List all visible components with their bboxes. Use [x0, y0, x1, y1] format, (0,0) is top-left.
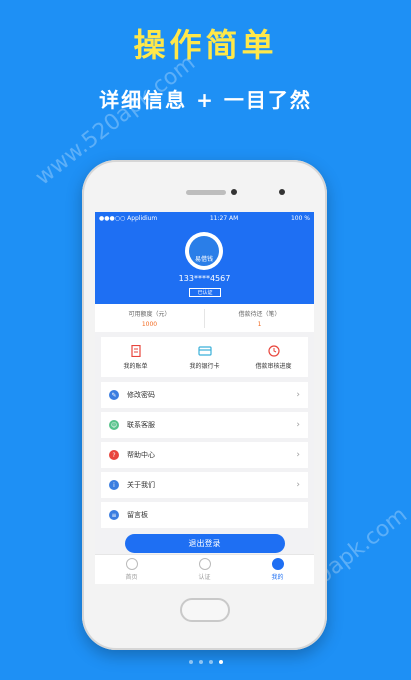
chevron-right-icon: › [296, 480, 300, 490]
quick-action-label: 借款审核进度 [255, 362, 292, 370]
quick-actions: 我的账单 我的银行卡 借款审核进度 [101, 337, 308, 377]
menu-item-label: 帮助中心 [127, 451, 155, 459]
quick-action-label: 我的账单 [123, 362, 148, 370]
quick-action-bank-card[interactable]: 我的银行卡 [170, 345, 239, 370]
carousel-dot[interactable] [198, 660, 203, 664]
progress-clock-icon [267, 344, 280, 357]
chevron-right-icon: › [296, 390, 300, 400]
tab-profile[interactable]: 我的 [241, 555, 314, 584]
profile-header: 易借钱 133****4567 已认证 [95, 224, 314, 304]
stat-available-credit[interactable]: 可用额度（元） 1000 [95, 309, 204, 328]
stats-row: 可用额度（元） 1000 借款待还（笔） 1 [95, 304, 314, 332]
phone-speaker [186, 190, 226, 195]
message-icon: ≡ [109, 510, 119, 520]
menu-item-label: 关于我们 [127, 481, 155, 489]
stat-label: 借款待还（笔） [238, 310, 281, 318]
settings-menu: ✎ 修改密码 › ☺ 联系客服 › ? 帮助中心 › i 关于我们 › ≡ 留言 [101, 382, 308, 528]
tab-label: 认证 [198, 574, 211, 581]
tab-home[interactable]: 首页 [95, 555, 168, 584]
carousel-dot[interactable] [188, 660, 193, 664]
phone-camera [231, 189, 237, 195]
phone-number: 133****4567 [178, 274, 231, 283]
quick-action-bills[interactable]: 我的账单 [101, 344, 170, 370]
chevron-right-icon: › [296, 450, 300, 460]
stat-pending-loans[interactable]: 借款待还（笔） 1 [204, 308, 314, 328]
menu-item-message-board[interactable]: ≡ 留言板 [101, 502, 308, 528]
tab-label: 首页 [125, 574, 138, 581]
phone-mockup: ●●●○○ Applidium 11:27 AM 100 % 易借钱 133**… [82, 160, 327, 650]
battery-label: 100 % [290, 214, 310, 222]
headset-icon: ☺ [109, 420, 119, 430]
help-icon: ? [109, 450, 119, 460]
verify-badge: 已认证 [189, 288, 221, 297]
carousel-dot-active[interactable] [218, 660, 223, 664]
menu-item-change-password[interactable]: ✎ 修改密码 › [101, 382, 308, 408]
tab-bar: 首页 认证 我的 [95, 554, 314, 584]
tab-label: 我的 [271, 574, 284, 581]
stat-label: 可用额度（元） [128, 310, 171, 318]
bill-icon [130, 344, 141, 357]
pencil-icon: ✎ [109, 390, 119, 400]
profile-icon [271, 558, 284, 570]
app-screen: ●●●○○ Applidium 11:27 AM 100 % 易借钱 133**… [95, 212, 314, 584]
menu-item-about-us[interactable]: i 关于我们 › [101, 472, 308, 498]
menu-item-label: 留言板 [127, 511, 148, 519]
avatar-label: 易借钱 [194, 256, 213, 263]
logout-button[interactable]: 退出登录 [124, 534, 285, 553]
stat-value: 1 [257, 320, 262, 328]
quick-action-label: 我的银行卡 [189, 362, 220, 370]
phone-home-button [180, 598, 230, 622]
menu-item-help-center[interactable]: ? 帮助中心 › [101, 442, 308, 468]
info-icon: i [109, 480, 119, 490]
avatar[interactable]: 易借钱 [185, 232, 223, 270]
carrier-label: ●●●○○ Applidium [99, 214, 158, 222]
menu-item-label: 联系客服 [127, 421, 155, 429]
chevron-right-icon: › [296, 420, 300, 430]
promo-title: 操作简单 [133, 26, 278, 64]
phone-sensor [279, 189, 285, 195]
quick-action-loan-progress[interactable]: 借款审核进度 [239, 344, 308, 370]
carousel-dot[interactable] [208, 660, 213, 664]
carousel-indicator [0, 660, 411, 664]
menu-item-label: 修改密码 [127, 391, 155, 399]
status-bar: ●●●○○ Applidium 11:27 AM 100 % [95, 212, 314, 224]
home-icon [125, 558, 138, 570]
avatar-logo-icon: 易借钱 [189, 236, 219, 266]
verify-icon [198, 558, 211, 570]
clock: 11:27 AM [209, 214, 239, 222]
promo-subtitle: 详细信息 + 一目了然 [99, 88, 312, 112]
tab-verify[interactable]: 认证 [168, 555, 241, 584]
stat-value: 1000 [141, 320, 158, 328]
menu-item-contact-support[interactable]: ☺ 联系客服 › [101, 412, 308, 438]
bank-card-icon [197, 345, 212, 356]
